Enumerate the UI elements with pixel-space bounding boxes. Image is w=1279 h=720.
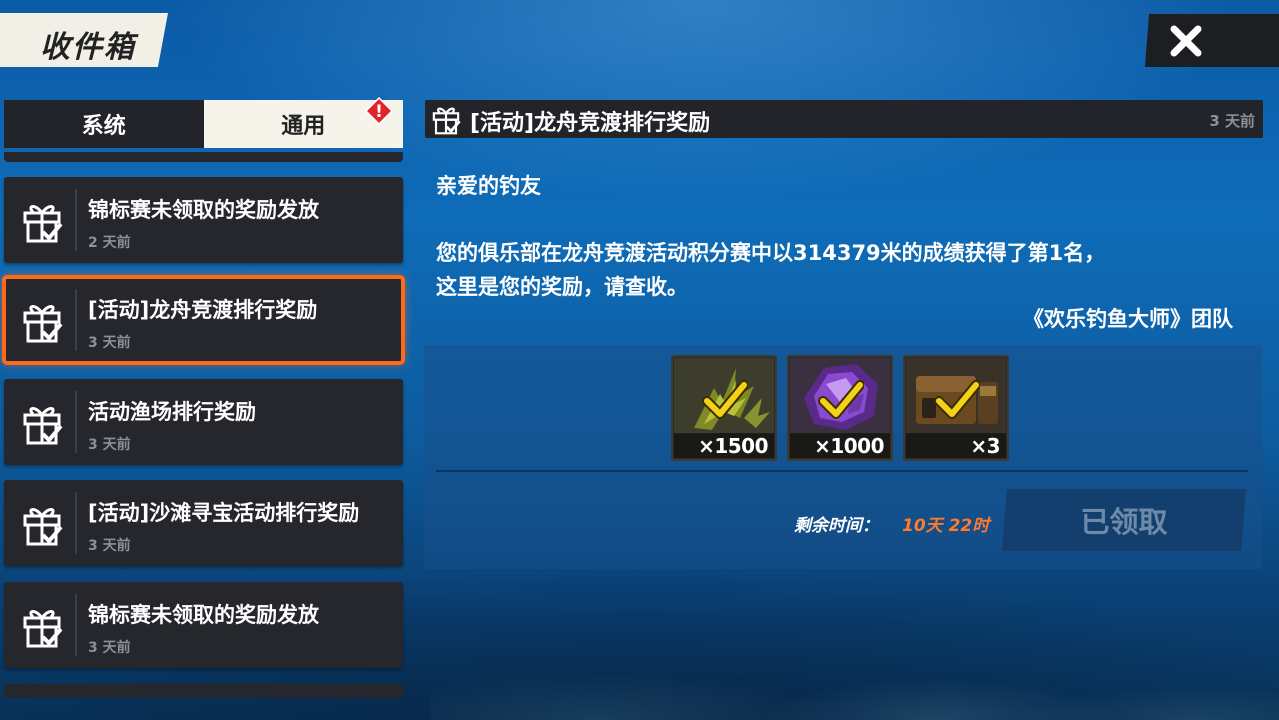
reward-quantity-bar: ×1000: [790, 433, 890, 458]
reward-quantity-bar: ×1500: [674, 433, 774, 458]
divider: [75, 289, 77, 351]
tab-system-label: 系统: [81, 114, 126, 139]
remaining-time-label: 剩余时间：: [794, 516, 879, 536]
mail-item-time: 3 天前: [88, 640, 131, 656]
reward-quantity: ×1500: [698, 433, 768, 458]
remaining-time-value: 10天 22时: [902, 516, 990, 536]
mail-item-time: 3 天前: [88, 437, 131, 453]
gift-icon: [23, 305, 63, 343]
mail-item-title: 锦标赛未领取的奖励发放: [88, 198, 319, 222]
rewards-panel: ×1500 ×1000 ×3 剩余时间： 10天 22时 已领取: [424, 345, 1262, 569]
reward-quantity: ×3: [970, 433, 1000, 458]
mail-item-time: 3 天前: [88, 335, 131, 351]
close-icon: [1170, 25, 1202, 56]
mail-body-line-1: 您的俱乐部在龙舟竞渡活动积分赛中以314379米的成绩获得了第1名，: [436, 241, 1106, 265]
page-title: 收件箱: [40, 30, 136, 65]
divider: [436, 470, 1248, 472]
claimed-button[interactable]: 已领取: [1002, 489, 1246, 551]
mail-item-title: 活动渔场排行奖励: [88, 400, 256, 424]
divider: [75, 594, 77, 656]
gift-icon: [23, 508, 63, 546]
category-tabs: 系统 通用 !: [4, 97, 403, 148]
claimed-check-icon: [818, 380, 864, 419]
mail-body-line-2: 这里是您的奖励，请查收。: [436, 275, 688, 299]
mail-item-selected[interactable]: [活动]龙舟竞渡排行奖励 3 天前: [2, 275, 405, 365]
claimed-button-label: 已领取: [1080, 505, 1168, 539]
list-scroll-top: [4, 152, 403, 162]
tab-general-label: 通用: [281, 114, 326, 139]
mail-item-title: 锦标赛未领取的奖励发放: [88, 603, 319, 627]
claimed-check-icon: [702, 380, 748, 419]
mail-item-title: [活动]龙舟竞渡排行奖励: [88, 298, 318, 322]
mail-item[interactable]: 锦标赛未领取的奖励发放 2 天前: [4, 177, 403, 263]
reward-quantity: ×1000: [814, 433, 884, 458]
mail-detail-time: 3 天前: [1209, 112, 1255, 130]
alert-badge-icon: !: [365, 97, 393, 125]
mail-greeting: 亲爱的钓友: [436, 174, 541, 198]
gift-icon: [23, 205, 63, 243]
mail-item-title: [活动]沙滩寻宝活动排行奖励: [88, 501, 360, 525]
mail-detail-header: [活动]龙舟竞渡排行奖励 3 天前: [425, 100, 1263, 138]
alert-badge-mark: !: [375, 102, 383, 122]
page-title-tab: 收件箱: [0, 13, 168, 67]
mail-signature: 《欢乐钓鱼大师》团队: [1023, 307, 1233, 331]
tab-general[interactable]: 通用 !: [203, 97, 403, 148]
mail-item-time: 3 天前: [88, 538, 131, 554]
reward-chest[interactable]: ×3: [903, 355, 1009, 461]
seabed-decoration: [430, 600, 1279, 720]
gift-icon: [23, 407, 63, 445]
gift-icon: [23, 610, 63, 648]
reward-quantity-bar: ×3: [906, 433, 1006, 458]
gift-icon: [432, 107, 461, 135]
reward-gem[interactable]: ×1000: [787, 355, 893, 461]
tab-system[interactable]: 系统: [4, 100, 204, 148]
mail-item[interactable]: [活动]沙滩寻宝活动排行奖励 3 天前: [4, 480, 403, 566]
mail-item[interactable]: 锦标赛未领取的奖励发放 3 天前: [4, 582, 403, 668]
divider: [75, 492, 77, 554]
claimed-check-icon: [934, 380, 980, 419]
mail-detail-title: [活动]龙舟竞渡排行奖励: [470, 111, 711, 136]
divider: [75, 189, 77, 251]
divider: [75, 391, 77, 453]
mail-item[interactable]: 活动渔场排行奖励 3 天前: [4, 379, 403, 465]
close-button[interactable]: [1145, 14, 1279, 67]
mail-item-time: 2 天前: [88, 235, 131, 251]
reward-energy[interactable]: ×1500: [671, 355, 777, 461]
list-scroll-bottom: [4, 684, 403, 698]
